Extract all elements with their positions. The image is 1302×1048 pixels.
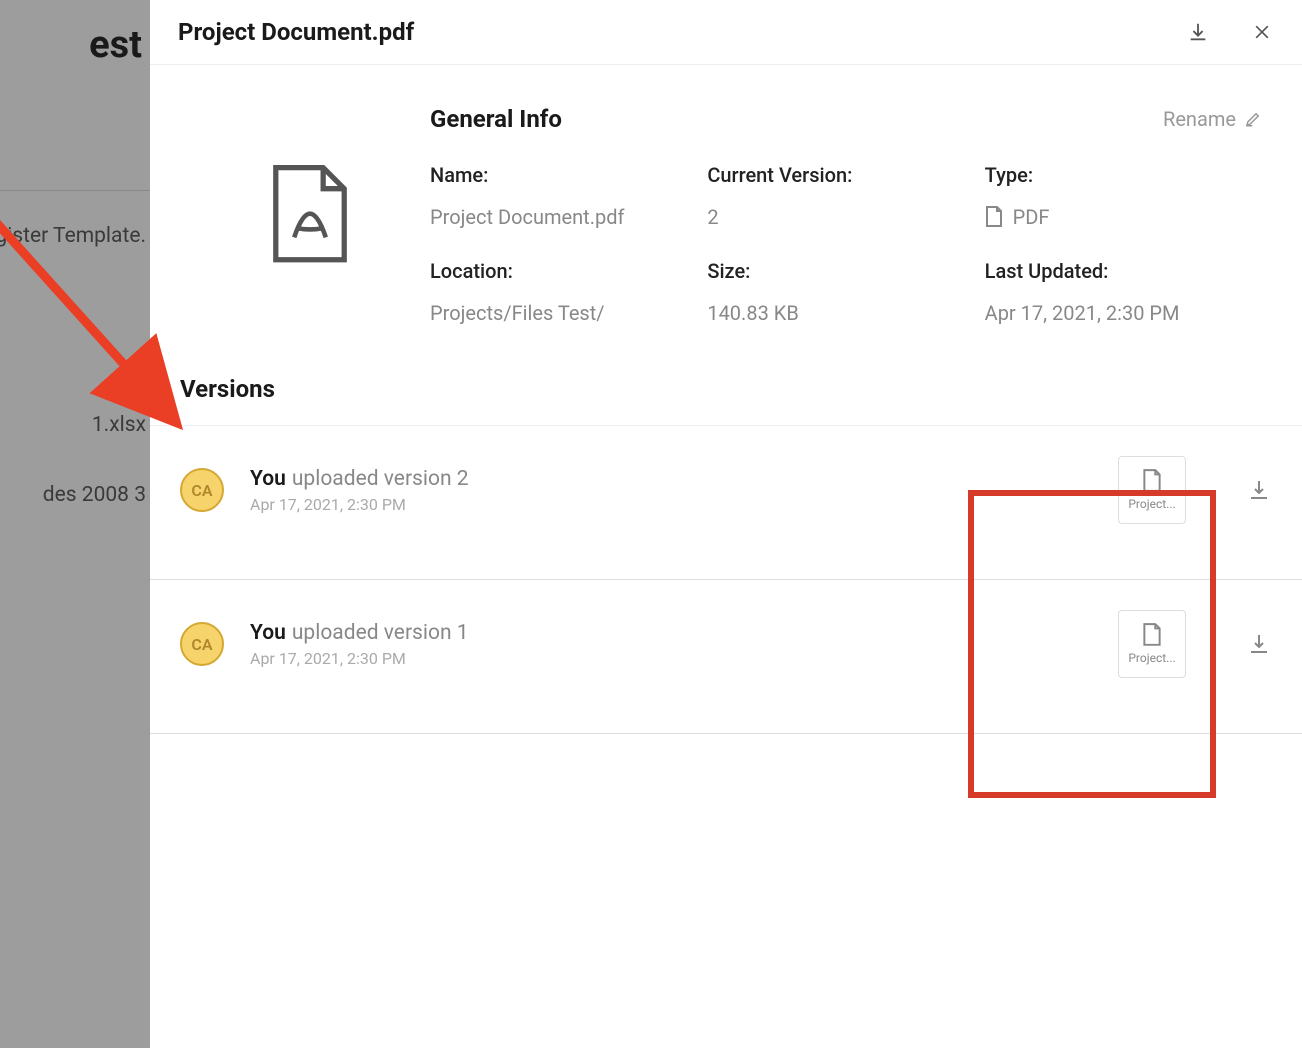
general-info-heading: General Info [430, 105, 1163, 133]
document-icon [1142, 469, 1162, 493]
info-name: Name: Project Document.pdf [430, 163, 707, 229]
info-current-version: Current Version: 2 [707, 163, 984, 229]
file-detail-panel: Project Document.pdf Gene [150, 0, 1302, 1048]
download-icon [1247, 632, 1271, 656]
info-location: Location: Projects/Files Test/ [430, 259, 707, 325]
version-action-text: You uploaded version 1 [250, 621, 1118, 645]
version-file-tile[interactable]: Project... [1118, 456, 1186, 524]
file-thumbnail [190, 105, 430, 325]
version-timestamp: Apr 17, 2021, 2:30 PM [250, 649, 1118, 668]
version-action-text: You uploaded version 2 [250, 467, 1118, 491]
panel-title: Project Document.pdf [178, 18, 1186, 46]
download-button[interactable] [1186, 20, 1210, 44]
info-size: Size: 140.83 KB [707, 259, 984, 325]
document-icon [1142, 623, 1162, 647]
version-file-tile[interactable]: Project... [1118, 610, 1186, 678]
version-row: CA You uploaded version 2 Apr 17, 2021, … [150, 426, 1302, 580]
general-info-section: General Info Rename Name: Project Docume… [150, 65, 1302, 355]
versions-heading: Versions [150, 355, 1302, 425]
panel-header: Project Document.pdf [150, 0, 1302, 65]
backdrop-file-row: egister Template. [0, 190, 150, 280]
rename-button[interactable]: Rename [1163, 107, 1262, 131]
rename-label: Rename [1163, 107, 1236, 131]
background-panel: est egister Template. 1.xlsx des 2008 3 [0, 0, 150, 1048]
close-button[interactable] [1250, 20, 1274, 44]
backdrop-header: est [0, 0, 150, 90]
document-icon [985, 206, 1003, 228]
edit-icon [1244, 110, 1262, 128]
pdf-file-icon [270, 165, 350, 265]
info-last-updated: Last Updated: Apr 17, 2021, 2:30 PM [985, 259, 1262, 325]
version-download-button[interactable] [1246, 477, 1272, 503]
versions-list: CA You uploaded version 2 Apr 17, 2021, … [150, 425, 1302, 734]
backdrop-file-row: des 2008 3 [0, 450, 150, 540]
version-timestamp: Apr 17, 2021, 2:30 PM [250, 495, 1118, 514]
avatar: CA [180, 622, 224, 666]
info-type: Type: PDF [985, 163, 1262, 229]
download-icon [1247, 478, 1271, 502]
version-row: CA You uploaded version 1 Apr 17, 2021, … [150, 580, 1302, 734]
version-download-button[interactable] [1246, 631, 1272, 657]
avatar: CA [180, 468, 224, 512]
